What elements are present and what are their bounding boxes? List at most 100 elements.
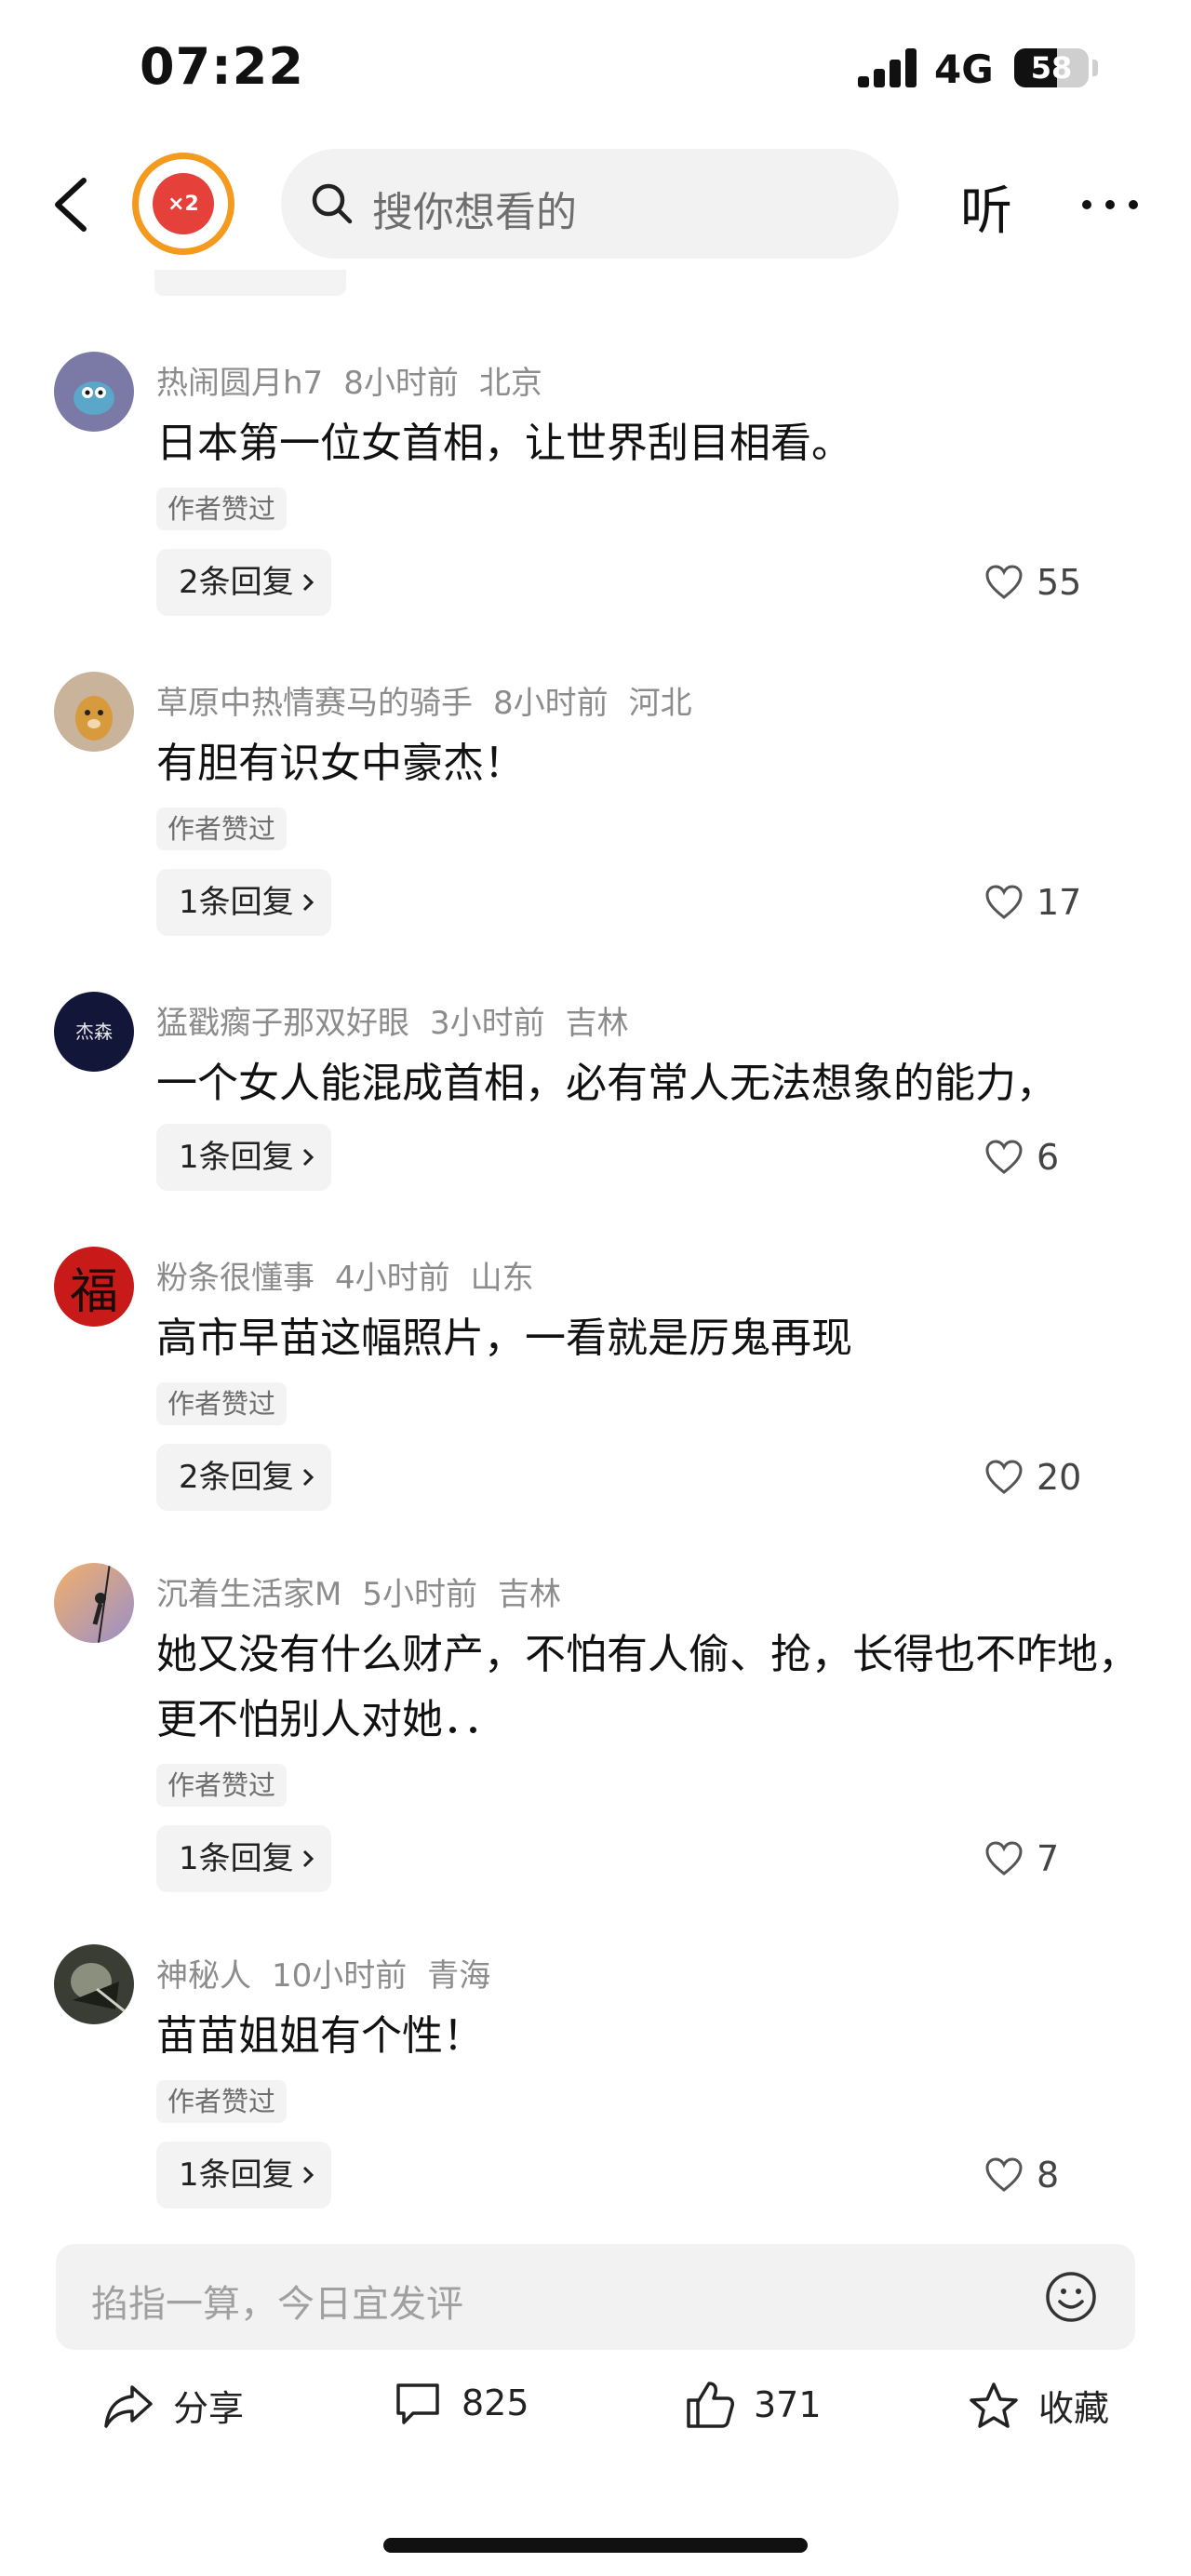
comment-meta: 神秘人 10小时前 青海 bbox=[156, 1950, 511, 1995]
like-count: 17 bbox=[1037, 882, 1082, 923]
comment-username[interactable]: 神秘人 bbox=[156, 1957, 251, 1995]
chevron-right-icon bbox=[302, 1468, 314, 1487]
bottom-action-bar: 分享 825 371 收藏 bbox=[0, 2372, 1191, 2456]
comment-meta: 粉条很懂事 4小时前 山东 bbox=[156, 1252, 555, 1298]
emoji-icon[interactable] bbox=[1044, 2270, 1098, 2324]
chevron-right-icon bbox=[302, 1849, 314, 1868]
replies-label: 1条回复 bbox=[179, 1139, 294, 1176]
like-button[interactable]: 6 bbox=[984, 1124, 1059, 1191]
comment-username[interactable]: 热闹圆月h7 bbox=[156, 365, 323, 402]
avatar[interactable]: 杰森 bbox=[54, 992, 134, 1072]
avatar[interactable] bbox=[54, 352, 134, 432]
replies-label: 1条回复 bbox=[179, 2156, 294, 2194]
comment-username[interactable]: 沉着生活家M bbox=[156, 1576, 341, 1613]
battery-level: 58 bbox=[1030, 50, 1073, 86]
comment-location: 河北 bbox=[628, 685, 692, 722]
comment-username[interactable]: 草原中热情赛马的骑手 bbox=[156, 685, 473, 722]
comment-location: 吉林 bbox=[497, 1576, 561, 1613]
battery-icon: 58 bbox=[1014, 48, 1089, 87]
comment-time: 8小时前 bbox=[343, 365, 459, 402]
share-button[interactable]: 分享 bbox=[102, 2380, 244, 2431]
comment-input-placeholder: 掐指一算，今日宜发评 bbox=[91, 2283, 463, 2326]
author-liked-tag: 作者赞过 bbox=[156, 1764, 288, 1807]
search-icon bbox=[312, 183, 353, 224]
like-count: 20 bbox=[1037, 1457, 1082, 1498]
heart-icon bbox=[985, 1841, 1023, 1875]
like-button[interactable]: 55 bbox=[984, 549, 1081, 616]
comment-username[interactable]: 粉条很懂事 bbox=[156, 1260, 314, 1297]
top-nav: ×2 搜你想看的 听 bbox=[0, 140, 1191, 270]
comment-location: 山东 bbox=[470, 1260, 534, 1297]
replies-button[interactable]: 2条回复 bbox=[156, 1444, 331, 1511]
comments-button[interactable]: 825 bbox=[393, 2380, 529, 2426]
heart-icon bbox=[985, 1140, 1023, 1174]
heart-icon bbox=[985, 885, 1023, 919]
comment-location: 青海 bbox=[427, 1957, 491, 1995]
comment-count: 825 bbox=[462, 2382, 529, 2423]
home-indicator[interactable] bbox=[383, 2538, 808, 2553]
author-liked-tag: 作者赞过 bbox=[156, 2080, 288, 2123]
comment-text[interactable]: 苗苗姐姐有个性！ bbox=[156, 2004, 1143, 2069]
avatar[interactable] bbox=[54, 1944, 134, 2024]
replies-label: 2条回复 bbox=[179, 564, 294, 601]
comment-time: 4小时前 bbox=[335, 1260, 450, 1297]
comment-text[interactable]: 日本第一位女首相，让世界刮目相看。 bbox=[156, 411, 1143, 476]
comment-time: 10小时前 bbox=[272, 1957, 408, 1995]
favorite-label: 收藏 bbox=[1038, 2388, 1110, 2429]
like-button[interactable]: 17 bbox=[984, 869, 1081, 936]
like-article-button[interactable]: 371 bbox=[685, 2380, 822, 2430]
chevron-right-icon bbox=[302, 1148, 314, 1167]
replies-button[interactable]: 1条回复 bbox=[156, 2142, 331, 2209]
search-placeholder: 搜你想看的 bbox=[372, 189, 577, 236]
search-input[interactable]: 搜你想看的 bbox=[281, 149, 899, 259]
more-icon[interactable] bbox=[1079, 195, 1141, 214]
avatar-image bbox=[54, 1944, 134, 2024]
like-article-count: 371 bbox=[754, 2384, 822, 2425]
reward-badge[interactable]: ×2 bbox=[132, 153, 234, 255]
comment-meta: 猛戳瘸子那双好眼 3小时前 吉林 bbox=[156, 997, 649, 1043]
thumbs-up-icon bbox=[687, 2382, 734, 2428]
author-liked-tag: 作者赞过 bbox=[156, 808, 288, 850]
replies-label: 1条回复 bbox=[179, 1840, 294, 1877]
comment-text[interactable]: 高市早苗这幅照片，一看就是厉鬼再现 bbox=[156, 1306, 1143, 1371]
comment-input[interactable]: 掐指一算，今日宜发评 bbox=[56, 2244, 1135, 2350]
replies-label: 1条回复 bbox=[179, 884, 294, 921]
comment-location: 吉林 bbox=[565, 1005, 629, 1042]
comment-text[interactable]: 有胆有识女中豪杰！ bbox=[156, 731, 1143, 796]
avatar-image bbox=[54, 672, 134, 752]
comment-text[interactable]: 她又没有什么财产，不怕有人偷、抢，长得也不咋地，更不怕别人对她．． bbox=[156, 1622, 1143, 1753]
chevron-right-icon bbox=[302, 893, 314, 912]
comment-meta: 草原中热情赛马的骑手 8小时前 河北 bbox=[156, 677, 713, 723]
comment-text[interactable]: 一个女人能混成首相，必有常人无法想象的能力， bbox=[156, 1051, 1143, 1116]
listen-button[interactable]: 听 bbox=[960, 169, 1012, 245]
avatar-image bbox=[54, 1563, 134, 1643]
like-button[interactable]: 20 bbox=[984, 1444, 1081, 1511]
replies-button[interactable]: 1条回复 bbox=[156, 869, 331, 936]
replies-label: 2条回复 bbox=[179, 1459, 294, 1496]
network-type: 4G bbox=[934, 47, 994, 92]
chevron-right-icon bbox=[302, 573, 314, 592]
share-icon bbox=[104, 2384, 153, 2428]
heart-icon bbox=[985, 2157, 1023, 2192]
battery-tip bbox=[1092, 60, 1098, 76]
comment-username[interactable]: 猛戳瘸子那双好眼 bbox=[156, 1005, 409, 1042]
like-count: 7 bbox=[1037, 1838, 1060, 1879]
replies-button[interactable]: 1条回复 bbox=[156, 1825, 331, 1892]
back-icon[interactable] bbox=[47, 175, 102, 234]
like-count: 55 bbox=[1037, 562, 1082, 603]
avatar[interactable] bbox=[54, 1563, 134, 1643]
like-button[interactable]: 7 bbox=[984, 1825, 1059, 1892]
comment-meta: 沉着生活家M 5小时前 吉林 bbox=[156, 1568, 582, 1614]
replies-button[interactable]: 1条回复 bbox=[156, 1124, 331, 1191]
comment-location: 北京 bbox=[478, 365, 542, 402]
avatar[interactable] bbox=[54, 672, 134, 752]
replies-button[interactable]: 2条回复 bbox=[156, 549, 331, 616]
star-icon bbox=[970, 2382, 1018, 2428]
like-count: 8 bbox=[1037, 2155, 1060, 2196]
favorite-button[interactable]: 收藏 bbox=[968, 2380, 1109, 2431]
avatar[interactable]: 福 bbox=[54, 1247, 134, 1327]
comment-time: 3小时前 bbox=[430, 1005, 545, 1042]
like-button[interactable]: 8 bbox=[984, 2142, 1059, 2209]
reward-badge-label: ×2 bbox=[153, 173, 214, 234]
author-liked-tag: 作者赞过 bbox=[156, 1382, 288, 1425]
